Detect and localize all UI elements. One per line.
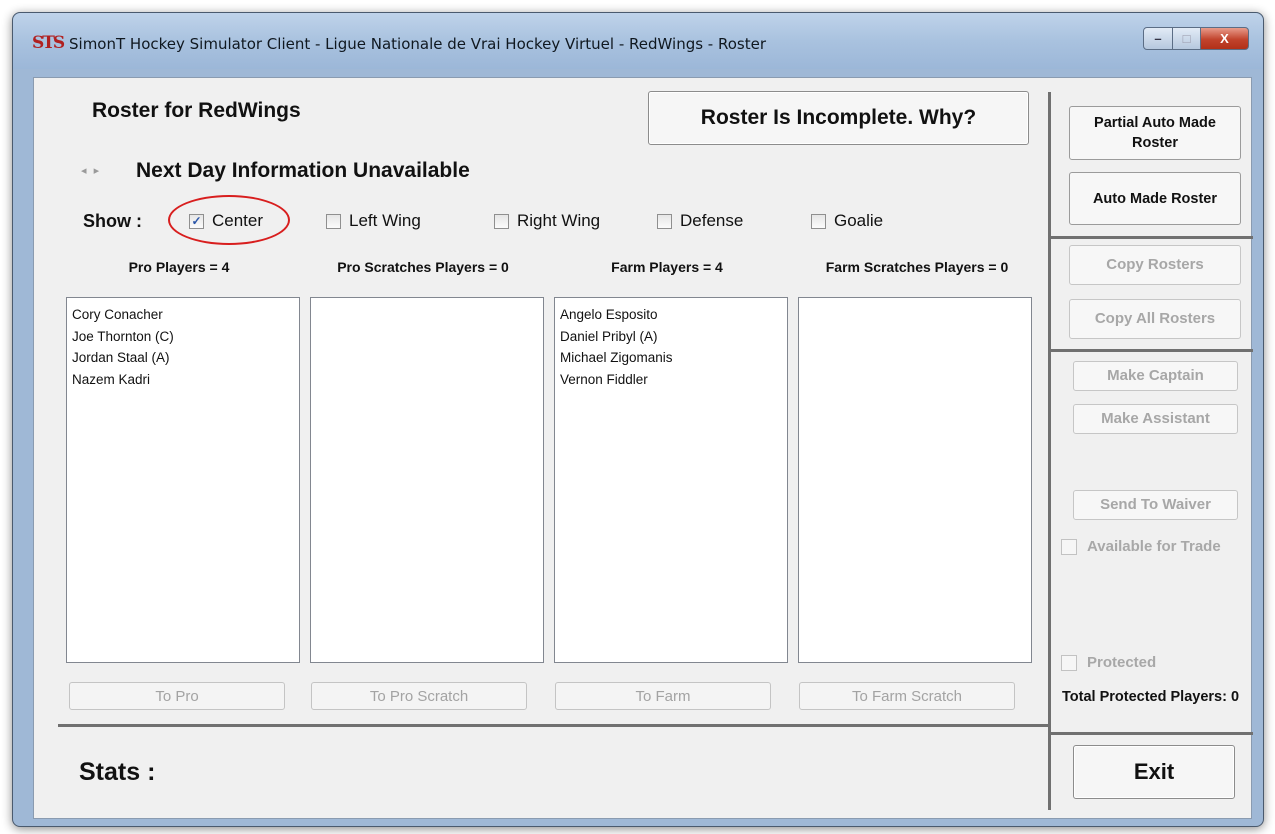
copy-rosters-button[interactable]: Copy Rosters: [1069, 245, 1241, 285]
auto-roster-button[interactable]: Auto Made Roster: [1069, 172, 1241, 225]
checkbox-checked-icon: ✓: [189, 213, 204, 229]
checkbox-unchecked-icon: [494, 213, 509, 229]
total-protected-players: Total Protected Players: 0: [1062, 689, 1240, 705]
roster-incomplete-button[interactable]: Roster Is Incomplete. Why?: [648, 91, 1029, 145]
pro-scratches-header: Pro Scratches Players = 0: [337, 259, 509, 275]
minimize-button[interactable]: –: [1143, 27, 1173, 50]
list-item[interactable]: Angelo Esposito: [560, 304, 782, 326]
next-day-info: Next Day Information Unavailable: [136, 159, 470, 182]
pro-players-list[interactable]: Cory Conacher Joe Thornton (C) Jordan St…: [66, 297, 300, 663]
to-pro-scratch-button[interactable]: To Pro Scratch: [311, 682, 527, 710]
filter-center-label: Center: [212, 211, 264, 230]
filter-goalie-label: Goalie: [834, 211, 884, 230]
protected-label: Protected: [1087, 654, 1157, 671]
make-captain-button[interactable]: Make Captain: [1073, 361, 1238, 391]
to-farm-scratch-button[interactable]: To Farm Scratch: [799, 682, 1015, 710]
divider: [1050, 349, 1253, 352]
show-filter-label: Show :: [83, 211, 142, 231]
window-title: SimonT Hockey Simulator Client - Ligue N…: [69, 35, 767, 53]
filter-defense-checkbox[interactable]: Defense: [657, 211, 743, 231]
list-item[interactable]: Nazem Kadri: [72, 369, 294, 391]
maximize-button[interactable]: □: [1173, 27, 1201, 50]
available-for-trade-label: Available for Trade: [1087, 538, 1221, 555]
roster-window: STS SimonT Hockey Simulator Client - Lig…: [12, 12, 1264, 827]
day-nav-arrows-icon[interactable]: ◂ ▸: [81, 164, 101, 177]
divider: [1048, 92, 1051, 810]
make-assistant-button[interactable]: Make Assistant: [1073, 404, 1238, 434]
checkbox-unchecked-icon: [326, 213, 341, 229]
checkbox-unchecked-icon: [811, 213, 826, 229]
farm-scratches-list[interactable]: [798, 297, 1032, 663]
to-farm-button[interactable]: To Farm: [555, 682, 771, 710]
partial-auto-roster-button[interactable]: Partial Auto Made Roster: [1069, 106, 1241, 160]
checkbox-unchecked-icon: [1061, 538, 1077, 555]
filter-right-wing-checkbox[interactable]: Right Wing: [494, 211, 600, 231]
list-item[interactable]: Vernon Fiddler: [560, 369, 782, 391]
to-pro-button[interactable]: To Pro: [69, 682, 285, 710]
protected-checkbox[interactable]: Protected: [1061, 654, 1156, 671]
farm-scratches-header: Farm Scratches Players = 0: [825, 259, 1009, 275]
divider: [1050, 732, 1253, 735]
stats-label: Stats :: [79, 758, 156, 786]
filter-left-wing-label: Left Wing: [349, 211, 421, 230]
filter-left-wing-checkbox[interactable]: Left Wing: [326, 211, 421, 231]
copy-all-rosters-button[interactable]: Copy All Rosters: [1069, 299, 1241, 339]
checkbox-unchecked-icon: [1061, 654, 1077, 671]
close-button[interactable]: X: [1201, 27, 1249, 50]
checkbox-unchecked-icon: [657, 213, 672, 229]
filter-goalie-checkbox[interactable]: Goalie: [811, 211, 883, 231]
filter-center-checkbox[interactable]: ✓ Center: [189, 211, 263, 231]
list-item[interactable]: Daniel Pribyl (A): [560, 326, 782, 348]
divider: [1050, 236, 1253, 239]
list-item[interactable]: Cory Conacher: [72, 304, 294, 326]
client-area: Roster for RedWings Roster Is Incomplete…: [33, 77, 1253, 819]
pro-players-header: Pro Players = 4: [128, 259, 230, 275]
available-for-trade-checkbox[interactable]: Available for Trade: [1061, 538, 1221, 555]
farm-players-header: Farm Players = 4: [611, 259, 723, 275]
title-bar[interactable]: STS SimonT Hockey Simulator Client - Lig…: [13, 13, 1263, 69]
list-item[interactable]: Michael Zigomanis: [560, 347, 782, 369]
roster-title: Roster for RedWings: [92, 99, 301, 122]
divider: [58, 724, 1048, 727]
send-to-waiver-button[interactable]: Send To Waiver: [1073, 490, 1238, 520]
filter-right-wing-label: Right Wing: [517, 211, 601, 230]
window-controls: – □ X: [1143, 27, 1249, 50]
list-item[interactable]: Joe Thornton (C): [72, 326, 294, 348]
app-logo-icon: STS: [32, 33, 65, 53]
list-item[interactable]: Jordan Staal (A): [72, 347, 294, 369]
farm-players-list[interactable]: Angelo Esposito Daniel Pribyl (A) Michae…: [554, 297, 788, 663]
pro-scratches-list[interactable]: [310, 297, 544, 663]
filter-defense-label: Defense: [680, 211, 744, 230]
exit-button[interactable]: Exit: [1073, 745, 1235, 799]
